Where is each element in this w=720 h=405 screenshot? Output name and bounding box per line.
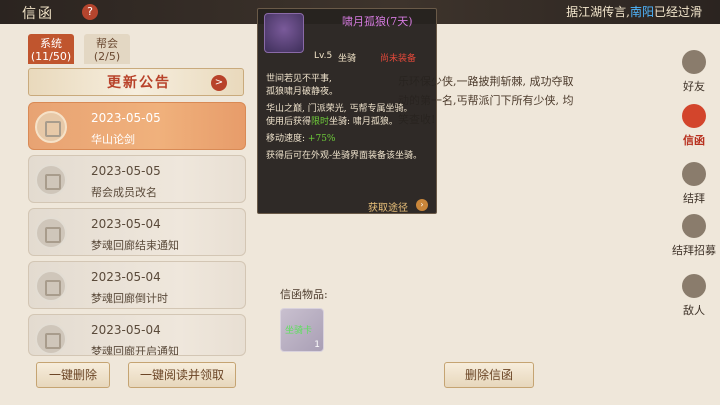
sworn-icon (682, 162, 706, 186)
mail-icon (682, 104, 706, 128)
delete-all-button[interactable]: 一键删除 (36, 362, 110, 388)
tooltip-para: 获得后可在外观-坐骑界面装备该坐骑。 (266, 151, 423, 161)
news-ticker: 据江湖传言,南阳已经过滑 (566, 3, 702, 20)
tooltip-level: Lv.5 (314, 51, 333, 61)
tooltip-para-text: 坐骑: 啸月孤狼。 (329, 117, 398, 127)
envelope-icon (35, 270, 67, 302)
news-ticker-highlight: 南阳 (629, 5, 654, 19)
mail-date: 2023-05-04 (91, 323, 161, 337)
update-notice-banner[interactable]: 更新公告 > (28, 68, 244, 96)
news-ticker-suffix: 已经过滑 (653, 5, 702, 19)
mail-list-item[interactable]: 2023-05-04 梦魂回廊结束通知 (28, 208, 246, 256)
mail-date: 2023-05-05 (91, 164, 161, 178)
sidebar-item-label: 结拜招募 (672, 244, 716, 257)
read-all-claim-button[interactable]: 一键阅读并领取 (128, 362, 236, 388)
window-title: 信函 (22, 6, 54, 22)
tooltip-item-name: 啸月孤狼(7天) (342, 15, 413, 28)
envelope-icon (35, 323, 67, 355)
tooltip-item-type: 坐骑 (338, 54, 357, 64)
tooltip-speed: 移动速度: +75% (266, 133, 432, 146)
tab-faction-count: (2/5) (93, 50, 121, 63)
item-tooltip: 啸月孤狼(7天) Lv.5 坐骑 尚未装备 世间若见不平事, 孤狼啸月破静夜。 … (257, 8, 437, 214)
mail-subject: 梦魂回廊开启通知 (91, 345, 179, 356)
envelope-icon (35, 164, 67, 196)
tab-faction[interactable]: 帮会 (2/5) (84, 34, 130, 64)
banner-label: 更新公告 (107, 75, 171, 91)
enemy-icon (682, 274, 706, 298)
wolf-mount-icon (264, 13, 304, 53)
sidebar-item-friends[interactable]: 好友 (668, 46, 720, 104)
attachment-item[interactable]: 坐骑卡 1 (280, 308, 324, 352)
mail-date: 2023-05-04 (91, 270, 161, 284)
right-sidebar: 好友 信函 结拜 结拜招募 敌人 (664, 30, 720, 330)
mail-subject: 梦魂回廊结束通知 (91, 239, 179, 252)
tooltip-equip-status: 尚未装备 (380, 54, 417, 64)
delete-mail-button[interactable]: 删除信函 (444, 362, 534, 388)
tooltip-highlight: 限时 (311, 117, 330, 127)
chevron-right-icon[interactable]: › (416, 199, 428, 211)
attachment-name: 坐骑卡 (285, 326, 313, 336)
attachment-count: 1 (314, 340, 320, 350)
sidebar-item-enemy[interactable]: 敌人 (668, 270, 720, 328)
mail-subject: 梦魂回廊倒计时 (91, 292, 168, 305)
sidebar-item-label: 结拜 (683, 192, 705, 205)
tab-system-count: (11/50) (30, 50, 72, 63)
mail-list-item[interactable]: 2023-05-05 帮会成员改名 (28, 155, 246, 203)
sidebar-item-sworn[interactable]: 结拜 (668, 158, 720, 216)
sidebar-item-label: 信函 (683, 134, 705, 147)
sidebar-item-mail[interactable]: 信函 (668, 100, 720, 158)
sidebar-item-label: 敌人 (683, 304, 705, 317)
help-icon[interactable]: ? (82, 4, 98, 20)
mail-subject: 华山论剑 (91, 133, 135, 146)
sidebar-item-recruit[interactable]: 结拜招募 (668, 210, 720, 268)
obtain-method-link[interactable]: 获取途径 (368, 199, 408, 214)
tab-system-label: 系统 (40, 37, 62, 50)
tooltip-para: 世间若见不平事, 孤狼啸月破静夜。 (266, 74, 339, 97)
mail-date: 2023-05-05 (91, 111, 161, 125)
recruit-icon (682, 214, 706, 238)
tooltip-description: 世间若见不平事, 孤狼啸月破静夜。 华山之巅, 门派荣光, 丐帮专属坐骑。 使用… (266, 73, 432, 167)
tooltip-speed-label: 移动速度: (266, 134, 306, 144)
chevron-right-icon: > (211, 75, 227, 91)
news-ticker-prefix: 据江湖传言, (566, 5, 630, 19)
mail-list-item[interactable]: 2023-05-05 华山论剑 (28, 102, 246, 150)
tab-faction-label: 帮会 (96, 37, 118, 50)
mail-subject: 帮会成员改名 (91, 186, 157, 199)
attachments-label: 信函物品: (280, 288, 328, 301)
mail-list-item[interactable]: 2023-05-04 梦魂回廊开启通知 (28, 314, 246, 356)
envelope-icon (35, 111, 67, 143)
tab-system[interactable]: 系统 (11/50) (28, 34, 74, 64)
tooltip-para: 华山之巅, 门派荣光, 丐帮专属坐骑。 使用后获得限时坐骑: 啸月孤狼。 (266, 103, 432, 129)
envelope-icon (35, 217, 67, 249)
sidebar-item-label: 好友 (683, 80, 705, 93)
tooltip-speed-value: +75% (307, 134, 336, 144)
mail-date: 2023-05-04 (91, 217, 161, 231)
friends-icon (682, 50, 706, 74)
mail-list-item[interactable]: 2023-05-04 梦魂回廊倒计时 (28, 261, 246, 309)
